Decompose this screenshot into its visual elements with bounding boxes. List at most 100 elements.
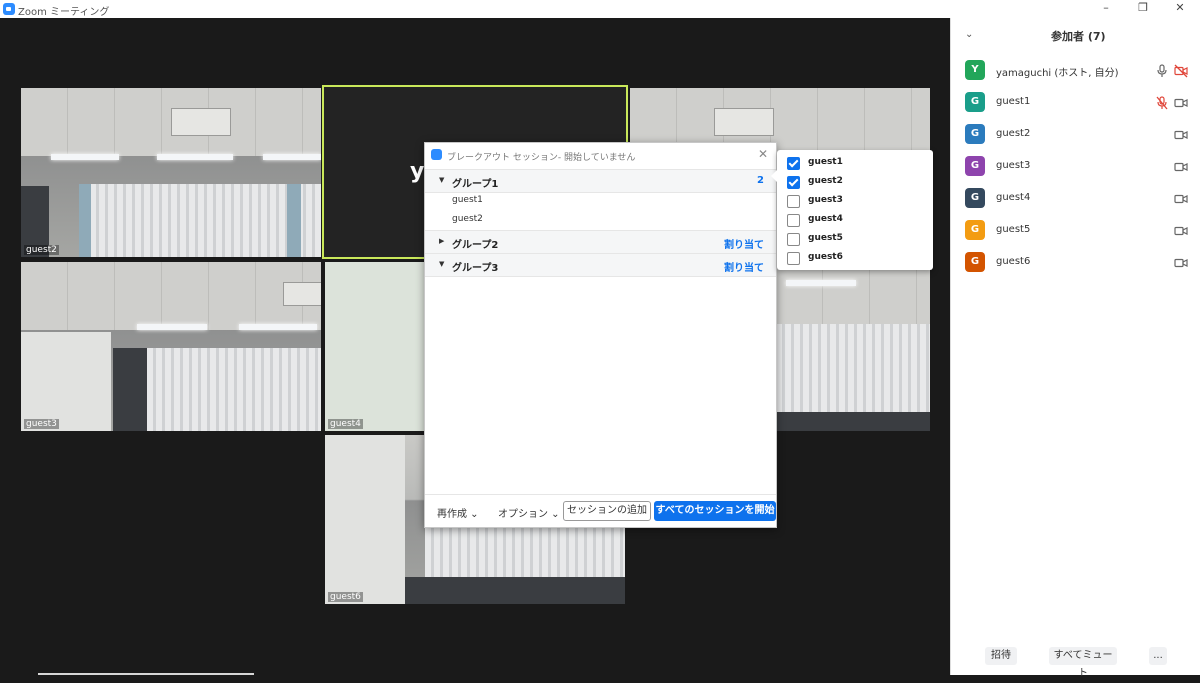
checkbox[interactable] (787, 214, 800, 227)
group-member: guest2 (452, 214, 483, 224)
collapse-chevron-icon[interactable]: ⌄ (965, 29, 973, 40)
avatar: Y (965, 60, 985, 80)
tile-label: guest4 (328, 419, 363, 429)
window-curtain (425, 527, 625, 579)
minimize-button[interactable]: – (1096, 1, 1116, 14)
group-row-3[interactable]: ▼ グループ3 割り当て (425, 253, 776, 277)
participants-panel: ⌄ 参加者 (7) Yyamaguchi (ホスト, 自分) Gguest1 Ggu… (950, 18, 1200, 679)
participant-name: guest6 (808, 252, 843, 262)
participant-name: guest2 (808, 176, 843, 186)
video-icon[interactable] (1174, 255, 1188, 269)
options-dropdown[interactable]: オプション ⌄ (498, 505, 560, 520)
room-ceiling (776, 262, 930, 330)
checkbox[interactable] (787, 233, 800, 246)
checkbox[interactable] (787, 252, 800, 265)
video-off-icon[interactable] (1174, 63, 1188, 78)
ceiling-light (157, 154, 233, 160)
air-conditioner (283, 282, 321, 306)
dialog-title: ブレークアウト セッション- 開始していません (447, 153, 636, 163)
close-icon[interactable]: ✕ (758, 147, 768, 161)
restore-button[interactable]: ❐ (1133, 1, 1153, 14)
participant-name: guest5 (808, 233, 843, 243)
participant-row[interactable]: Gguest4 (951, 182, 1200, 214)
window-title: Zoom ミーティング (18, 7, 110, 18)
recreate-dropdown[interactable]: 再作成 ⌄ (437, 505, 479, 520)
window-curtain (81, 184, 321, 257)
wall (325, 435, 405, 604)
dialog-footer: 再作成 ⌄ オプション ⌄ セッションの追加 すべてのセッションを開始 (425, 494, 776, 527)
group-name: グループ2 (452, 240, 499, 251)
video-icon[interactable] (1174, 127, 1188, 141)
avatar: G (965, 156, 985, 176)
speaker-initial: y (410, 159, 425, 184)
video-icon[interactable] (1174, 159, 1188, 173)
desks (776, 412, 930, 431)
avatar: G (965, 124, 985, 144)
expand-arrow-icon[interactable]: ▼ (439, 260, 444, 268)
checkbox[interactable] (787, 195, 800, 208)
avatar: G (965, 92, 985, 112)
curtain-drape (287, 184, 301, 257)
mic-icon[interactable] (1155, 63, 1169, 77)
participants-title: 参加者 (7) (1051, 30, 1106, 43)
avatar: G (965, 188, 985, 208)
video-tile-guest4[interactable]: guest4 (325, 262, 425, 431)
start-all-sessions-button[interactable]: すべてのセッションを開始 (654, 501, 776, 521)
close-window-button[interactable]: ✕ (1170, 1, 1190, 14)
video-tile-guest3[interactable]: guest3 (21, 262, 321, 431)
participant-name: guest5 (996, 224, 1031, 235)
window-title-bar: Zoom ミーティング – ❐ ✕ (0, 0, 1200, 18)
air-conditioner (171, 108, 231, 136)
mute-all-button[interactable]: すべてミュート (1049, 647, 1117, 679)
participant-name: guest3 (808, 195, 843, 205)
participant-name: guest1 (808, 157, 843, 167)
zoom-logo-icon (431, 149, 442, 160)
participant-row[interactable]: Gguest5 (951, 214, 1200, 246)
zoom-logo-icon (3, 3, 15, 15)
invite-button[interactable]: 招待 (985, 647, 1017, 665)
video-icon[interactable] (1174, 223, 1188, 237)
ceiling-light (137, 324, 207, 330)
participant-name: guest4 (996, 192, 1031, 203)
video-tile-guest2[interactable]: guest2 (21, 88, 321, 257)
video-icon[interactable] (1174, 95, 1188, 109)
expand-arrow-icon[interactable]: ▼ (439, 176, 444, 184)
checkbox[interactable] (787, 176, 800, 189)
participant-row[interactable]: Gguest2 (951, 118, 1200, 150)
wall (325, 262, 425, 431)
collapse-arrow-icon[interactable]: ▶ (439, 237, 444, 245)
assign-link[interactable]: 割り当て (724, 259, 764, 274)
video-icon[interactable] (1174, 191, 1188, 205)
window-curtain (147, 348, 321, 431)
window-curtain (776, 324, 930, 414)
participant-name: guest2 (996, 128, 1031, 139)
participant-row[interactable]: Gguest1 (951, 86, 1200, 118)
assign-participants-popup: guest1 guest2 guest3 guest4 guest5 guest6 (771, 150, 933, 270)
air-conditioner (714, 108, 774, 136)
group-member: guest1 (452, 195, 483, 205)
mic-muted-icon[interactable] (1155, 95, 1169, 110)
video-tile[interactable] (776, 262, 930, 431)
more-button[interactable]: ... (1149, 647, 1167, 665)
dialog-header: ブレークアウト セッション- 開始していません ✕ (425, 143, 776, 167)
ceiling-light (786, 280, 856, 286)
participant-row[interactable]: Yyamaguchi (ホスト, 自分) (951, 54, 1200, 86)
tile-label: guest2 (24, 245, 59, 255)
breakout-rooms-dialog: ブレークアウト セッション- 開始していません ✕ ▼ グループ1 2 gues… (424, 142, 777, 528)
wall (21, 332, 111, 431)
checkbox[interactable] (787, 157, 800, 170)
avatar: G (965, 220, 985, 240)
group-row-1[interactable]: ▼ グループ1 2 (425, 169, 776, 193)
tile-label: guest3 (24, 419, 59, 429)
add-session-button[interactable]: セッションの追加 (563, 501, 651, 521)
popup-pointer (771, 170, 777, 182)
participant-row[interactable]: Gguest6 (951, 246, 1200, 278)
participant-row[interactable]: Gguest3 (951, 150, 1200, 182)
group-row-2[interactable]: ▶ グループ2 割り当て (425, 230, 776, 254)
assign-link[interactable]: 割り当て (724, 236, 764, 251)
curtain-drape (79, 184, 91, 257)
ceiling-light (263, 154, 321, 160)
tile-label: guest6 (328, 592, 363, 602)
group-count: 2 (757, 175, 764, 186)
participant-name: yamaguchi (ホスト, 自分) (996, 68, 1119, 79)
